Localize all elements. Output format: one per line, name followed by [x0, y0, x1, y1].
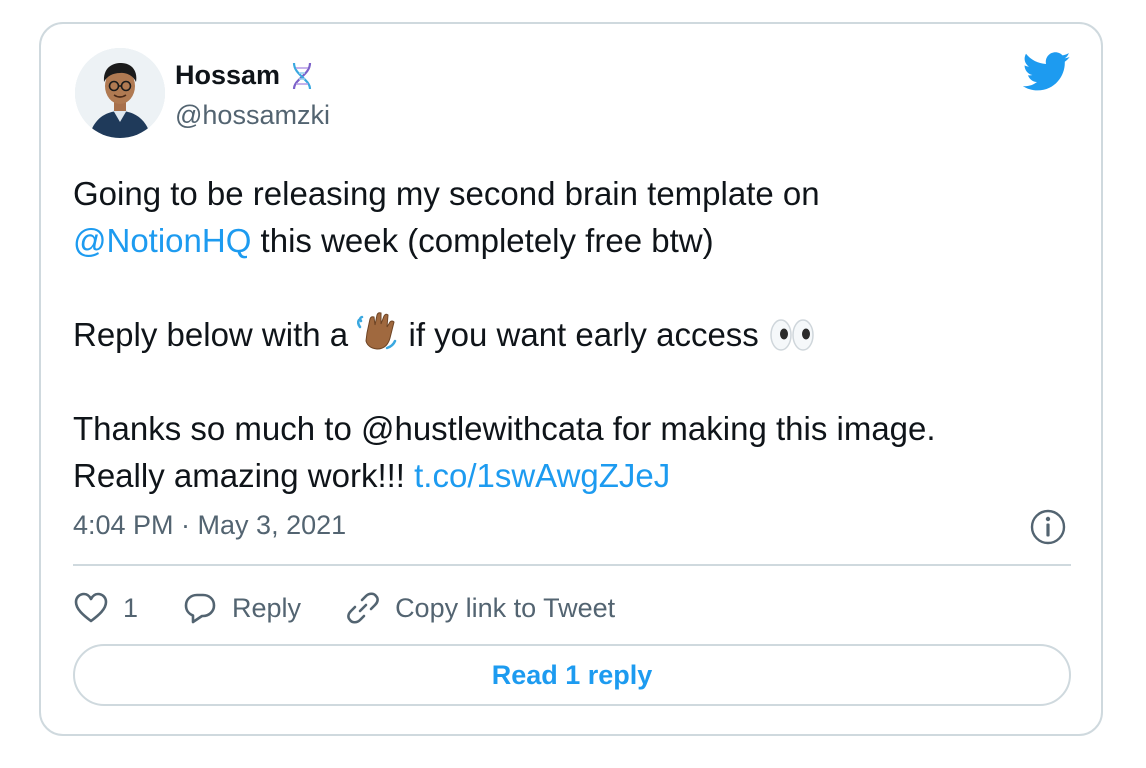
waving-hand-icon — [357, 312, 397, 350]
tweet-text-segment: Going to be releasing my second brain te… — [73, 175, 820, 212]
tweet-timestamp[interactable]: 4:04 PM · May 3, 2021 — [73, 510, 346, 541]
link-icon — [347, 592, 379, 624]
display-name-text: Hossam — [175, 60, 281, 90]
reply-button[interactable]: Reply — [182, 590, 301, 626]
info-icon[interactable] — [1029, 508, 1067, 546]
divider — [73, 564, 1071, 566]
tweet-actions: 1 Reply Copy link to Tweet — [73, 586, 659, 630]
mention-link[interactable]: @NotionHQ — [73, 222, 251, 259]
tweet-line-3: Reply below with a if you want early acc… — [73, 311, 1083, 358]
tweet-text-segment: Thanks so much to @hustlewithcata for ma… — [73, 410, 936, 447]
eyes-icon — [770, 319, 814, 351]
twitter-bird-icon[interactable] — [1023, 52, 1071, 92]
tweet-text-segment: if you want early access — [399, 316, 768, 353]
read-replies-label: Read 1 reply — [491, 659, 653, 690]
tweet-text-segment: Reply below with a — [73, 316, 358, 353]
display-name[interactable]: Hossam — [175, 60, 316, 91]
read-replies-button[interactable]: Read 1 reply — [73, 644, 1071, 706]
heart-icon — [74, 592, 108, 623]
tweet-line-2: @NotionHQ this week (completely free btw… — [73, 217, 1083, 264]
reply-bubble-icon — [184, 593, 216, 624]
copy-link-label: Copy link to Tweet — [395, 592, 616, 623]
tweet-url-link[interactable]: t.co/1swAwgZJeJ — [414, 457, 670, 494]
tweet-text-segment: this week (completely free btw) — [251, 222, 714, 259]
like-button[interactable]: 1 — [73, 590, 138, 626]
dna-emoji-icon — [292, 62, 312, 89]
tweet-card: Hossam @hossamzki Going to be releasing … — [39, 22, 1103, 736]
tweet-body: Going to be releasing my second brain te… — [73, 170, 1083, 499]
tweet-line-5: Really amazing work!!! t.co/1swAwgZJeJ — [73, 452, 1083, 499]
avatar[interactable] — [75, 48, 165, 138]
like-count: 1 — [123, 592, 139, 623]
tweet-line-4: Thanks so much to @hustlewithcata for ma… — [73, 405, 1083, 452]
tweet-line-1: Going to be releasing my second brain te… — [73, 170, 1083, 217]
reply-label: Reply — [232, 592, 302, 623]
copy-link-button[interactable]: Copy link to Tweet — [345, 590, 615, 626]
user-handle[interactable]: @hossamzki — [175, 100, 330, 131]
tweet-text-segment: Really amazing work!!! — [73, 457, 415, 494]
